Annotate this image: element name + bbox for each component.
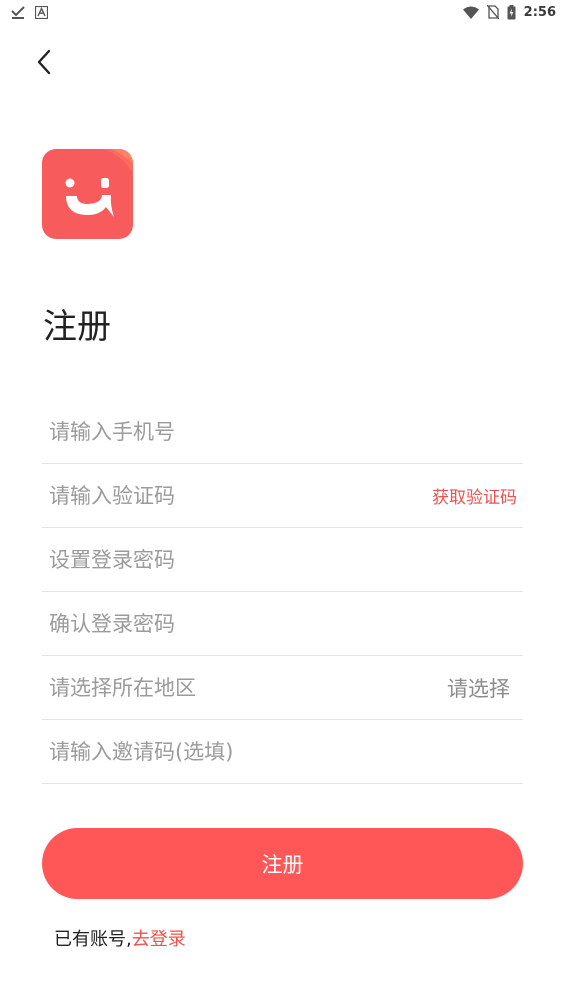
wifi-icon [462,6,479,19]
get-code-button[interactable]: 获取验证码 [432,483,523,508]
status-bar: 2:56 [0,0,564,24]
back-button[interactable] [24,44,64,84]
go-login-link[interactable]: 去登录 [132,929,186,950]
code-row: 获取验证码 [42,464,523,528]
phone-row [42,400,523,464]
status-time: 2:56 [523,4,556,20]
has-account-text: 已有账号, [54,929,132,950]
register-page: 2:56 注册 获取验证码 [0,0,564,1002]
register-button[interactable]: 注册 [42,828,523,899]
status-left [0,5,48,19]
app-logo [42,149,133,239]
battery-charging-icon [507,4,516,20]
verification-code-input[interactable] [42,475,432,516]
invite-row [42,720,523,784]
smile-chat-logo-icon [42,149,133,239]
confirm-password-row [42,592,523,656]
page-title: 注册 [43,307,111,347]
chevron-left-icon [36,49,52,79]
a-notification-icon [35,5,48,19]
password-row [42,528,523,592]
invite-code-input[interactable] [42,731,523,772]
phone-input[interactable] [42,411,523,452]
password-input[interactable] [42,539,523,580]
register-form: 获取验证码 请选择 [42,400,523,784]
no-sim-icon [486,5,499,19]
confirm-password-input[interactable] [42,603,523,644]
status-right: 2:56 [462,4,564,20]
download-done-icon [11,5,25,19]
region-row: 请选择 [42,656,523,720]
login-hint: 已有账号,去登录 [54,925,186,951]
region-select-button[interactable]: 请选择 [447,673,523,703]
region-input[interactable] [42,667,447,708]
